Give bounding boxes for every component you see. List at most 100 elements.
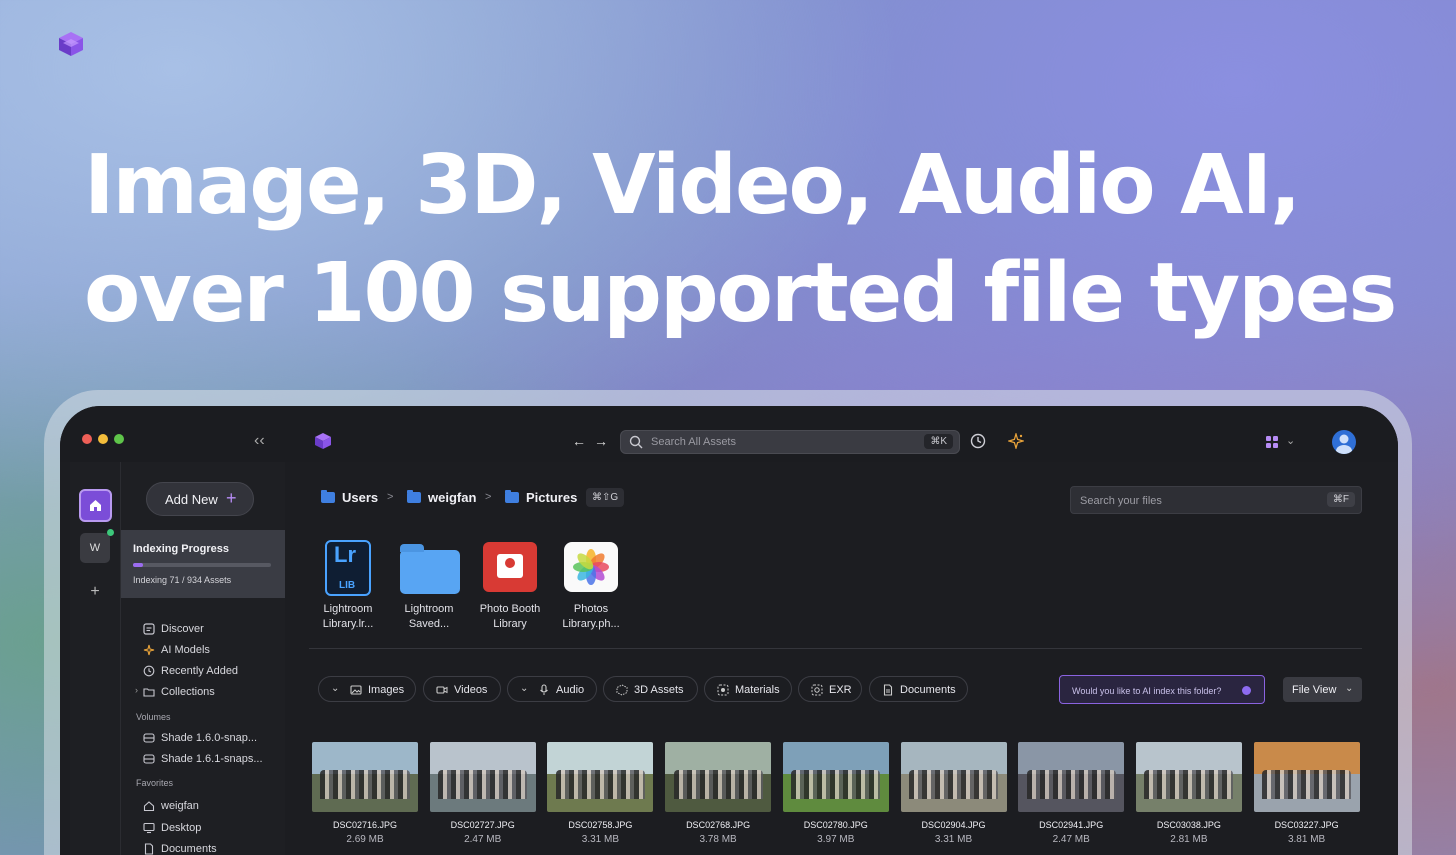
breadcrumb-item-pictures[interactable]: Pictures <box>505 490 577 505</box>
folder-photos-library[interactable]: Photos Library.ph... <box>551 540 631 632</box>
forward-arrow-icon[interactable]: → <box>594 433 616 449</box>
image-file-card[interactable]: DSC02716.JPG 2.69 MB <box>312 742 418 845</box>
double-chevron-left-icon[interactable]: ‹‹ <box>254 432 265 450</box>
add-new-button[interactable]: Add New + <box>146 482 254 516</box>
folder-name-line2: Saved... <box>408 618 450 630</box>
image-file-card[interactable]: DSC03227.JPG 3.81 MB <box>1253 742 1360 845</box>
indexing-progress-panel: Indexing Progress Indexing 71 / 934 Asse… <box>121 530 285 598</box>
exr-icon <box>811 684 823 696</box>
image-thumbnail[interactable] <box>782 742 889 812</box>
search-icon <box>629 435 643 449</box>
sidebar-item-label: Recently Added <box>161 665 239 677</box>
cube-icon <box>616 684 628 696</box>
chevron-down-icon[interactable]: ⌄ <box>1286 434 1295 447</box>
ai-index-prompt-button[interactable]: Would you like to AI index this folder? <box>1059 675 1265 704</box>
folder-icon <box>400 540 460 598</box>
go-to-folder-shortcut[interactable]: ⌘⇧G <box>586 488 625 507</box>
file-name: DSC03227.JPG <box>1274 820 1339 830</box>
image-icon <box>350 685 362 695</box>
hero-line-2: over 100 supported file types <box>84 246 1397 341</box>
filter-images-chip[interactable]: ⌄ Images <box>318 676 416 702</box>
indexing-progress-bar <box>133 563 271 567</box>
search-shortcut: ⌘K <box>924 434 953 449</box>
file-name: DSC02727.JPG <box>450 820 515 830</box>
volumes-heading: Volumes <box>136 712 171 722</box>
folder-photo-booth-library[interactable]: Photo Booth Library <box>470 540 550 632</box>
image-thumbnail[interactable] <box>1018 742 1125 812</box>
image-thumbnail[interactable] <box>665 742 772 812</box>
indexing-progress-fill <box>133 563 144 567</box>
sidebar: Add New + Indexing Progress Indexing 71 … <box>121 462 285 855</box>
image-file-card[interactable]: DSC02904.JPG 3.31 MB <box>900 742 1007 845</box>
image-thumbnail[interactable] <box>429 742 536 812</box>
add-workspace-button[interactable]: + <box>80 577 110 607</box>
breadcrumb-item-users[interactable]: Users <box>321 490 378 505</box>
filter-materials-chip[interactable]: Materials <box>704 676 792 702</box>
folder-lightroom-saved[interactable]: Lightroom Saved... <box>389 540 469 632</box>
filter-audio-chip[interactable]: ⌄ Audio <box>507 676 597 702</box>
image-file-card[interactable]: DSC02780.JPG 3.97 MB <box>782 742 889 845</box>
ai-index-prompt-text: Would you like to AI index this folder? <box>1072 686 1222 696</box>
file-search-input[interactable]: Search your files ⌘F <box>1070 486 1362 514</box>
file-name: DSC02758.JPG <box>568 820 633 830</box>
folder-name-line2: Library.ph... <box>562 618 620 630</box>
filter-label: Materials <box>735 684 780 696</box>
folder-lightroom-library[interactable]: Lr LIB Lightroom Library.lr... <box>308 540 388 632</box>
image-file-card[interactable]: DSC03038.JPG 2.81 MB <box>1135 742 1242 845</box>
app-logo-icon[interactable] <box>314 432 332 450</box>
image-thumbnail[interactable] <box>900 742 1007 812</box>
file-size: 3.78 MB <box>699 834 737 845</box>
filter-exr-chip[interactable]: EXR <box>798 676 862 702</box>
sidebar-item-label: Documents <box>161 843 217 855</box>
folder-icon <box>407 490 421 503</box>
file-search-placeholder: Search your files <box>1080 495 1162 507</box>
favorites-heading: Favorites <box>136 778 174 788</box>
minimize-window-button[interactable] <box>98 434 108 444</box>
breadcrumb-separator: > <box>387 491 394 503</box>
user-avatar[interactable] <box>1332 430 1356 454</box>
folder-name-line1: Photo Booth <box>479 603 541 615</box>
file-name: DSC02780.JPG <box>803 820 868 830</box>
section-divider <box>309 648 1362 649</box>
filter-3d-assets-chip[interactable]: 3D Assets <box>603 676 698 702</box>
image-file-card[interactable]: DSC02941.JPG 2.47 MB <box>1018 742 1125 845</box>
image-thumbnail[interactable] <box>547 742 654 812</box>
image-thumbnail[interactable] <box>1135 742 1242 812</box>
image-file-card[interactable]: DSC02758.JPG 3.31 MB <box>547 742 654 845</box>
sidebar-item-label: weigfan <box>161 800 199 812</box>
close-window-button[interactable] <box>82 434 92 444</box>
filter-videos-chip[interactable]: Videos <box>423 676 501 702</box>
hero-headline: Image, 3D, Video, Audio AI, over 100 sup… <box>84 132 1404 348</box>
image-file-card[interactable]: DSC02768.JPG 3.78 MB <box>665 742 772 845</box>
image-thumbnail[interactable] <box>312 742 418 812</box>
filter-documents-chip[interactable]: Documents <box>869 676 968 702</box>
app-window: ‹‹ ←→ Search All Assets ⌘K ⌄ W + Add New… <box>60 406 1398 855</box>
home-button[interactable] <box>79 489 112 522</box>
drive-icon <box>143 733 155 743</box>
chevron-down-icon[interactable]: ⌄ <box>331 683 343 695</box>
folder-name-line1: Lightroom <box>404 603 454 615</box>
file-size: 2.81 MB <box>1170 834 1208 845</box>
breadcrumb-item-weigfan[interactable]: weigfan <box>407 490 476 505</box>
workspace-grid-icon[interactable] <box>1266 436 1278 448</box>
title-bar: ‹‹ ←→ Search All Assets ⌘K ⌄ <box>60 406 1398 462</box>
file-name: DSC02716.JPG <box>332 820 398 830</box>
file-view-dropdown[interactable]: File View ⌄ <box>1283 677 1362 702</box>
chevron-down-icon[interactable]: ⌄ <box>520 683 532 695</box>
main-content: Users > weigfan > Pictures ⌘⇧G Search yo… <box>285 462 1398 855</box>
sidebar-item-label: Shade 1.6.0-snap... <box>161 732 258 744</box>
image-thumbnail[interactable] <box>1253 742 1360 812</box>
hero-line-1: Image, 3D, Video, Audio AI, <box>84 138 1301 233</box>
image-file-card[interactable]: DSC02727.JPG 2.47 MB <box>429 742 536 845</box>
clock-history-icon[interactable] <box>970 433 986 449</box>
back-arrow-icon[interactable]: ← <box>572 433 594 449</box>
filter-label: Videos <box>454 684 488 696</box>
ai-sparkle-icon[interactable] <box>1008 433 1024 449</box>
photo-booth-icon <box>481 540 539 598</box>
workspace-w-button[interactable]: W <box>80 533 110 563</box>
zoom-window-button[interactable] <box>114 434 124 444</box>
chevron-right-icon[interactable]: › <box>135 685 138 695</box>
file-size: 2.47 MB <box>464 834 502 845</box>
workspace-rail: W + <box>70 462 121 855</box>
global-search-input[interactable]: Search All Assets ⌘K <box>620 430 960 454</box>
